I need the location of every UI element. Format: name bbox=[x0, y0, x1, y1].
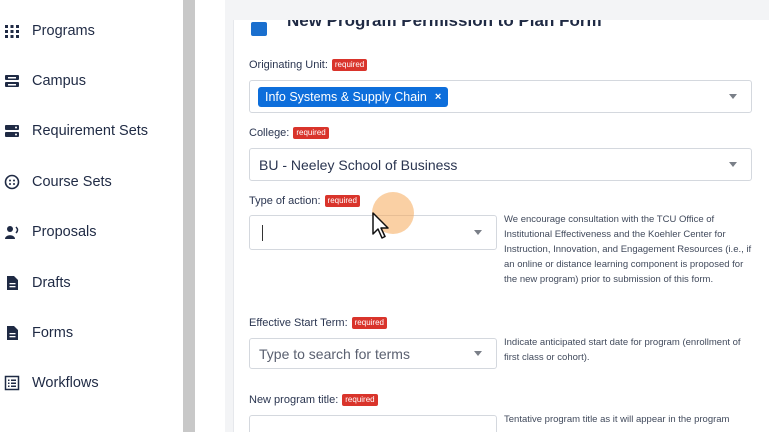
sidebar: Programs Campus Requirement Sets Course … bbox=[0, 0, 183, 432]
sidebar-item-workflows[interactable]: Workflows bbox=[0, 363, 183, 403]
sidebar-item-label: Drafts bbox=[32, 275, 71, 291]
divider bbox=[195, 0, 225, 432]
sidebar-item-label: Campus bbox=[32, 73, 86, 89]
selected-tag: Info Systems & Supply Chain × bbox=[258, 87, 449, 107]
proposals-icon bbox=[4, 224, 20, 240]
field-label: New program title: bbox=[249, 394, 339, 406]
mouse-pointer-icon bbox=[372, 212, 389, 239]
search-placeholder: Type to search for terms bbox=[259, 345, 410, 362]
sidebar-item-label: Requirement Sets bbox=[32, 123, 149, 139]
field-label: College: bbox=[249, 127, 290, 139]
panel-header-bar bbox=[233, 0, 769, 20]
list-icon bbox=[4, 375, 20, 391]
sidebar-item-label: Forms bbox=[32, 325, 74, 341]
sidebar-item-requirement-sets[interactable]: Requirement Sets bbox=[0, 111, 183, 151]
page-title: New Program Permission to Plan Form bbox=[287, 20, 602, 30]
new-program-title-label: New program title: required bbox=[249, 394, 378, 406]
sidebar-item-course-sets[interactable]: Course Sets bbox=[0, 162, 183, 202]
sidebar-item-programs[interactable]: Programs bbox=[0, 11, 183, 51]
college-select[interactable]: BU - Neeley School of Business bbox=[249, 148, 752, 181]
originating-unit-select[interactable]: Info Systems & Supply Chain × bbox=[249, 80, 752, 113]
required-badge: required bbox=[351, 317, 387, 329]
effective-start-term-select[interactable]: Type to search for terms bbox=[249, 338, 497, 369]
tag-remove-button[interactable]: × bbox=[435, 91, 441, 103]
sidebar-item-label: Programs bbox=[32, 23, 95, 39]
chevron-down-icon[interactable] bbox=[729, 161, 737, 167]
document-icon bbox=[4, 275, 20, 291]
new-program-title-help: Tentative program title as it will appea… bbox=[504, 414, 730, 425]
college-label: College: required bbox=[249, 127, 329, 139]
sidebar-item-label: Proposals bbox=[32, 224, 97, 240]
required-badge: required bbox=[331, 59, 368, 71]
form-title-row: New Program Permission to Plan Form bbox=[251, 20, 751, 36]
sidebar-item-forms[interactable]: Forms bbox=[0, 313, 183, 353]
text-caret bbox=[262, 225, 263, 241]
sidebar-item-campus[interactable]: Campus bbox=[0, 61, 183, 101]
chevron-down-icon[interactable] bbox=[474, 229, 482, 235]
server-icon bbox=[4, 123, 20, 139]
sidebar-item-label: Workflows bbox=[32, 375, 99, 391]
app-window: Programs Campus Requirement Sets Course … bbox=[0, 0, 769, 432]
form-title-icon bbox=[251, 22, 267, 36]
type-of-action-help: We encourage consultation with the TCU O… bbox=[504, 214, 752, 285]
required-badge: required bbox=[342, 394, 378, 406]
field-label: Effective Start Term: bbox=[249, 317, 348, 329]
effective-start-term-help: Indicate anticipated start date for prog… bbox=[504, 337, 741, 363]
course-sets-icon bbox=[4, 174, 20, 190]
originating-unit-label: Originating Unit: required bbox=[249, 59, 368, 71]
required-badge: required bbox=[324, 195, 360, 207]
campus-icon bbox=[4, 73, 20, 89]
sidebar-item-drafts[interactable]: Drafts bbox=[0, 263, 183, 303]
new-program-title-input[interactable] bbox=[249, 415, 497, 432]
sidebar-item-proposals[interactable]: Proposals bbox=[0, 212, 183, 252]
college-value: BU - Neeley School of Business bbox=[259, 156, 458, 173]
effective-start-term-label: Effective Start Term: required bbox=[249, 317, 387, 329]
sidebar-item-label: Course Sets bbox=[32, 174, 112, 190]
chevron-down-icon[interactable] bbox=[729, 93, 737, 99]
field-label: Originating Unit: bbox=[249, 59, 328, 71]
field-label: Type of action: bbox=[249, 195, 321, 207]
document-icon bbox=[4, 325, 20, 341]
tag-label: Info Systems & Supply Chain bbox=[265, 90, 427, 104]
sidebar-scrollbar[interactable] bbox=[183, 0, 195, 432]
required-badge: required bbox=[293, 127, 329, 139]
chevron-down-icon[interactable] bbox=[474, 350, 482, 356]
type-of-action-label: Type of action: required bbox=[249, 195, 360, 207]
grid-icon bbox=[4, 23, 20, 39]
